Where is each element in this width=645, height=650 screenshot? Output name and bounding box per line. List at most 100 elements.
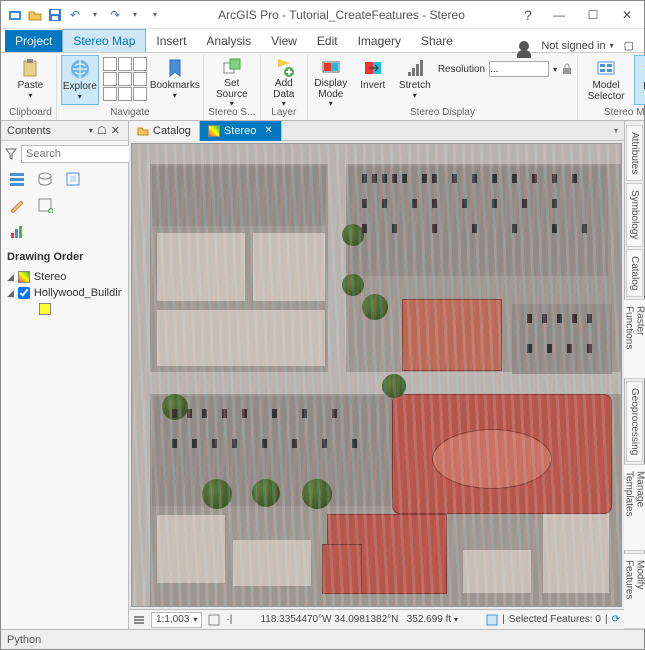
view-tab-catalog[interactable]: Catalog [129,121,200,141]
undo-dropdown-icon[interactable]: ▾ [87,7,103,23]
right-tab-catalog[interactable]: Catalog [626,249,643,297]
status-coords: 118.3354470°W 34.0981382°N [260,614,398,625]
invert-button[interactable]: Invert [354,55,392,105]
status-menu-icon[interactable] [133,614,145,626]
open-icon[interactable] [27,7,43,23]
right-tab-manage[interactable]: Manage Templates [621,464,645,551]
right-tab-modify[interactable]: Modify Features [621,553,645,629]
stretch-button[interactable]: Stretch▾ [396,55,434,105]
tab-project[interactable]: Project [5,30,62,52]
save-icon[interactable] [47,7,63,23]
expand-icon[interactable]: ◢ [7,288,14,299]
maximize-button[interactable]: ☐ [576,1,610,29]
layer-row-1[interactable]: ◢ Hollywood_Buildings_C [1,285,128,301]
view-menu-icon[interactable]: ▾ [608,126,624,135]
drawing-order-heading: Drawing Order [1,245,128,269]
ribbon: Paste▾ Clipboard Explore▾ Bookmarks▾ Nav… [1,53,644,121]
list-by-edit-icon[interactable] [9,197,27,215]
list-by-snapping-icon[interactable] [37,197,55,215]
tab-edit[interactable]: Edit [307,30,348,52]
map-name: Stereo [34,271,66,283]
close-view-icon[interactable]: ✕ [264,125,272,136]
bookmarks-button[interactable]: Bookmarks▾ [151,55,199,105]
coords-dropdown-icon[interactable]: ▾ [454,615,458,624]
add-data-button[interactable]: Add Data▾ [265,55,303,105]
resolution-dropdown-icon[interactable]: ▾ [553,65,557,74]
selection-icon[interactable] [486,614,498,626]
app-icon [7,7,23,23]
model-selector-icon [595,57,617,79]
group-stereo-model: Model Selector Best ⇦ ⇨ Stereo Model [578,55,645,120]
paste-icon [19,57,41,79]
nav-tools-grid[interactable] [103,55,147,101]
layer-swatch [39,303,51,315]
lock-icon[interactable] [561,63,573,75]
signin-area[interactable]: Not signed in ▾ ▢ [519,39,640,52]
window-title: ArcGIS Pro - Tutorial_CreateFeatures - S… [169,8,514,22]
contents-dropdown-icon[interactable]: ▾ [87,126,95,135]
display-mode-button[interactable]: Display Mode▾ [312,55,350,105]
filter-icon[interactable] [5,148,17,160]
set-source-button[interactable]: Set Source▾ [208,55,256,105]
signin-dropdown-icon: ▾ [610,41,614,50]
tab-stereo-map[interactable]: Stereo Map [62,29,146,52]
display-mode-icon [320,57,342,77]
help-button[interactable]: ? [514,7,542,23]
bookmarks-icon [164,57,186,79]
status-elev: 352.699 ft [407,614,451,625]
redo-icon[interactable]: ↷ [107,7,123,23]
map-area: Catalog Stereo ✕ ▾ [129,121,624,629]
group-stereo-display: Display Mode▾ Invert Stretch▾ Resolution… [308,55,578,120]
paste-button[interactable]: Paste▾ [11,55,49,105]
undo-icon[interactable]: ↶ [67,7,83,23]
list-by-drawing-icon[interactable] [9,171,27,189]
tab-share[interactable]: Share [411,30,463,52]
tab-view[interactable]: View [261,30,307,52]
stereo-map-icon [18,271,30,283]
selected-count: Selected Features: 0 [509,614,601,625]
right-tab-attributes[interactable]: Attributes [626,125,643,181]
scale-combo[interactable]: 1:1,003 ▾ [151,612,202,628]
list-by-labeling-icon[interactable] [9,223,27,241]
person-icon [519,41,529,51]
layer-visibility-checkbox[interactable] [18,287,30,299]
contents-pin-icon[interactable]: ☖ [95,124,109,137]
group-stereo-source: Set Source▾ Stereo S... [204,55,261,120]
best-button[interactable]: Best [634,55,645,105]
title-bar: ↶ ▾ ↷ ▾ ▾ ArcGIS Pro - Tutorial_CreateFe… [1,1,644,29]
explore-button[interactable]: Explore▾ [61,55,99,105]
minimize-button[interactable]: — [542,1,576,29]
add-data-icon [273,57,295,77]
main-area: Contents ▾ ☖ ✕ 🔍 Drawing Order ◢ Stereo [1,121,644,629]
ribbon-collapse-icon[interactable]: ▢ [618,39,634,52]
explore-icon [69,58,91,80]
resolution-input[interactable] [489,61,549,77]
contents-pane: Contents ▾ ☖ ✕ 🔍 Drawing Order ◢ Stereo [1,121,129,629]
map-canvas[interactable] [131,143,622,607]
status-tool-icon[interactable] [208,614,220,626]
bottom-python-tab[interactable]: Python [7,634,41,646]
expand-icon[interactable]: ◢ [7,272,14,283]
tab-insert[interactable]: Insert [146,30,196,52]
contents-search: 🔍 [1,141,128,167]
refresh-icon[interactable]: ⟳ [612,614,620,625]
tab-imagery[interactable]: Imagery [348,30,411,52]
group-layer: Add Data▾ Layer [261,55,308,120]
group-clipboard: Paste▾ Clipboard [5,55,57,120]
right-tab-geoprocessing[interactable]: Geoprocessing [626,381,643,462]
redo-dropdown-icon[interactable]: ▾ [127,7,143,23]
model-selector-button[interactable]: Model Selector [582,55,630,105]
list-by-source-icon[interactable] [37,171,55,189]
contents-close-icon[interactable]: ✕ [109,124,122,137]
right-tab-symbology[interactable]: Symbology [626,183,643,246]
qat-dropdown-icon[interactable]: ▾ [147,7,163,23]
bottom-bar: Python [1,629,644,649]
ribbon-tabs: Project Stereo Map Insert Analysis View … [1,29,644,53]
tab-analysis[interactable]: Analysis [196,30,261,52]
close-button[interactable]: ✕ [610,1,644,29]
list-by-selection-icon[interactable] [65,171,83,189]
view-tab-stereo[interactable]: Stereo ✕ [200,121,282,141]
right-tab-raster[interactable]: Raster Functions [621,299,645,378]
map-row[interactable]: ◢ Stereo [1,269,128,285]
catalog-icon [137,125,149,137]
